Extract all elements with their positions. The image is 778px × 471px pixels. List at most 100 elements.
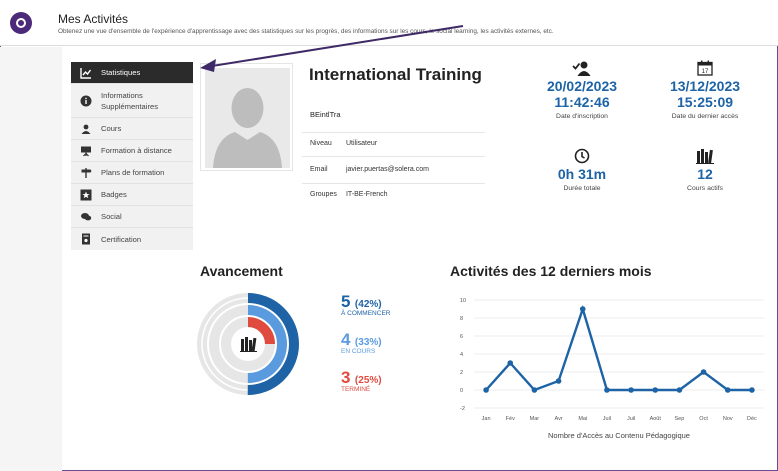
activity-section-title: Activités des 12 derniers mois: [450, 263, 652, 279]
sidebar-item-label: Certification: [101, 234, 142, 244]
page-header: Mes Activités Obtenez une vue d'ensemble…: [0, 0, 778, 46]
legend-count: 5: [341, 292, 351, 311]
profile-row-groupes: Groupes IT-BE-French: [310, 191, 388, 198]
user-silhouette-icon: [205, 68, 290, 168]
active-courses-label: Cours actifs: [687, 185, 723, 192]
field-value: Utilisateur: [345, 140, 378, 147]
last-access-time: 15:25:09: [676, 94, 734, 110]
calendar-day: 17: [702, 69, 709, 75]
sidebar-item-label: Badges: [101, 190, 127, 199]
data-point: [483, 387, 489, 393]
sidebar-item-cours[interactable]: Cours: [71, 118, 193, 140]
legend-count: 4: [341, 330, 351, 349]
last-access-date: 13/12/2023: [669, 78, 741, 94]
x-tick-label: Sep: [675, 416, 685, 422]
y-tick-label: 0: [460, 388, 463, 394]
y-tick-label: 6: [460, 334, 463, 340]
active-courses-value: 12: [697, 166, 713, 182]
chat-icon: [80, 211, 92, 223]
avatar: [200, 63, 293, 171]
progress-section-title: Avancement: [200, 263, 283, 279]
x-tick-label: Déc: [747, 416, 757, 422]
data-point: [579, 306, 586, 312]
x-tick-label: Juil: [627, 416, 635, 422]
data-point: [628, 387, 634, 393]
last-access-label: Date du dernier accès: [671, 113, 739, 120]
progress-legend-in-progress: 4 (33%) EN COURS: [341, 330, 382, 355]
y-tick-label: 8: [460, 316, 463, 322]
sidebar-item-label: Informations Supplémentaires: [101, 90, 158, 111]
data-point: [531, 387, 538, 393]
app-logo-icon: [10, 12, 32, 34]
profile-row-email: Email javier.puertas@solera.com: [310, 166, 429, 173]
data-point: [724, 387, 731, 393]
divider: [302, 156, 485, 157]
activity-series-line: [485, 305, 752, 392]
y-tick-label: -2: [460, 406, 465, 412]
sidebar-item-badges[interactable]: Badges: [71, 184, 193, 206]
left-gutter: [0, 47, 62, 471]
data-point: [652, 387, 659, 393]
total-duration-value: 0h 31m: [557, 166, 607, 182]
registration-date: 20/02/2023: [546, 78, 618, 94]
data-point: [749, 387, 755, 393]
data-point: [676, 387, 683, 393]
registration-label: Date d'inscription: [556, 113, 608, 120]
clock-icon: [522, 148, 642, 166]
activity-line-chart: 10 8 6 4 2 0 -2 Jan Fév Mar Avr Mai Juil Juil Août Sep O…: [460, 298, 764, 440]
x-tick-label: Nov: [723, 416, 733, 422]
progress-legend-done: 3 (25%) TERMINÉ: [341, 368, 382, 393]
sidebar-item-informations[interactable]: Informations Supplémentaires: [71, 84, 193, 118]
x-tick-label: Août: [650, 416, 662, 422]
legend-percent: (33%): [354, 337, 382, 348]
data-point: [700, 369, 707, 375]
legend-label: EN COURS: [341, 348, 376, 355]
y-tick-label: 2: [460, 370, 463, 376]
field-value: javier.puertas@solera.com: [345, 166, 429, 173]
field-label: Niveau: [310, 140, 332, 147]
progress-donut-chart: [197, 293, 299, 395]
x-tick-label: Jan: [482, 416, 491, 422]
chart-line-icon: [80, 67, 92, 79]
users-icon: [80, 123, 92, 135]
profile-username: BEintlTra: [310, 110, 341, 119]
sidebar-item-label: Social: [101, 212, 122, 221]
legend-percent: (42%): [354, 299, 382, 310]
sidebar-menu: Statistiques Informations Supplémentaire…: [71, 62, 193, 250]
legend-count: 3: [341, 368, 351, 387]
sidebar-item-statistiques[interactable]: Statistiques: [71, 62, 193, 84]
sidebar-item-certification[interactable]: Certification: [71, 228, 193, 250]
sidebar-item-plans-formation[interactable]: Plans de formation: [71, 162, 193, 184]
certificate-icon: [80, 233, 92, 245]
calendar-icon: 17: [645, 60, 765, 78]
divider: [302, 183, 485, 184]
legend-label: À COMMENCER: [341, 310, 391, 317]
stat-total-duration: 0h 31m Durée totale: [522, 148, 642, 192]
data-point: [507, 360, 514, 366]
legend-percent: (25%): [354, 375, 382, 386]
sidebar-item-social[interactable]: Social: [71, 206, 193, 228]
page-title: Mes Activités: [58, 12, 129, 26]
user-check-icon: [522, 60, 642, 78]
registration-time: 11:42:46: [554, 94, 610, 110]
field-label: Groupes: [310, 191, 337, 198]
page-subtitle: Obtenez une vue d'ensemble de l'expérien…: [58, 28, 554, 35]
x-tick-label: Fév: [506, 416, 515, 422]
field-label: Email: [310, 166, 328, 173]
info-circle-icon: [80, 95, 92, 107]
x-tick-label: Oct: [699, 416, 708, 422]
stat-last-access: 17 13/12/2023 15:25:09 Date du dernier a…: [645, 60, 765, 120]
total-duration-label: Durée totale: [563, 185, 601, 192]
stat-active-courses: 12 Cours actifs: [645, 148, 765, 192]
sidebar-item-label: Cours: [101, 124, 122, 133]
data-point: [555, 378, 562, 384]
divider: [302, 132, 485, 133]
star-icon: [80, 189, 92, 201]
books-icon: [240, 337, 257, 352]
x-axis-label: Nombre d'Accès au Contenu Pédagogique: [548, 431, 690, 440]
profile-name: International Training: [309, 65, 482, 84]
sidebar-item-formation-distance[interactable]: Formation à distance: [71, 140, 193, 162]
y-tick-label: 4: [460, 352, 463, 358]
progress-legend-todo: 5 (42%) À COMMENCER: [341, 292, 390, 317]
sidebar-item-label: Statistiques: [101, 68, 141, 77]
